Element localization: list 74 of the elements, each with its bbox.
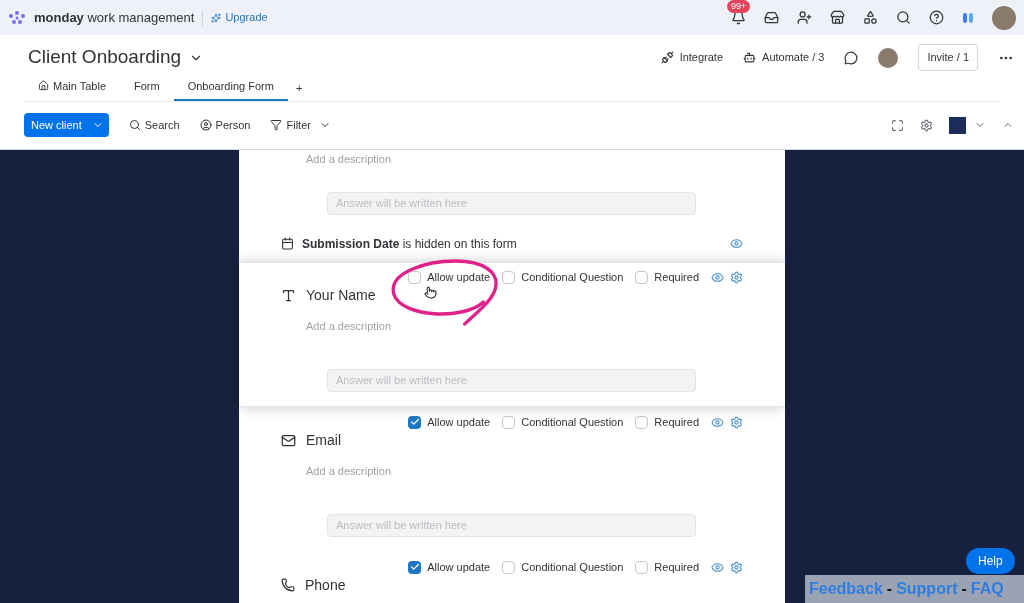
hand-cursor-icon — [424, 286, 437, 299]
app-logo-icon[interactable] — [962, 10, 974, 25]
filter-icon — [270, 119, 283, 131]
search-icon[interactable] — [896, 10, 911, 25]
checkbox[interactable] — [408, 415, 422, 429]
checkbox[interactable] — [408, 270, 422, 284]
search-button[interactable]: Search — [128, 116, 180, 134]
person-icon — [199, 119, 212, 131]
view-tab[interactable]: Form — [120, 77, 174, 101]
automate-button[interactable]: Automate / 3 — [743, 49, 825, 66]
add-view-button[interactable]: + — [287, 79, 311, 101]
question-title[interactable]: Email — [306, 430, 341, 450]
option-label: Conditional Question — [521, 560, 624, 575]
settings-icon[interactable] — [730, 560, 743, 574]
avatar[interactable] — [992, 5, 1016, 30]
eye-icon[interactable] — [711, 560, 724, 574]
help-button[interactable]: Help — [966, 548, 1015, 574]
view-tab[interactable]: Onboarding Form — [173, 77, 288, 101]
question-title[interactable]: Your Name — [306, 285, 376, 305]
separator-text: - — [886, 579, 893, 599]
new-client-button[interactable]: New client — [24, 113, 109, 137]
eye-icon[interactable] — [711, 270, 724, 284]
text-type-icon — [281, 287, 296, 303]
option-label: Conditional Question — [521, 270, 624, 285]
board-title[interactable]: Client Onboarding — [28, 43, 182, 72]
option-label: Allow update — [427, 560, 491, 575]
store-icon[interactable] — [830, 10, 845, 25]
settings-icon[interactable] — [730, 270, 743, 284]
option-label: Required — [654, 415, 699, 430]
shapes-icon[interactable] — [863, 10, 878, 25]
option-label: Required — [654, 560, 699, 575]
sparkle-icon — [211, 12, 222, 23]
option-label: Allow update — [427, 270, 491, 285]
calendar-icon — [281, 237, 294, 250]
robot-icon — [743, 51, 757, 64]
settings-icon[interactable] — [730, 415, 743, 429]
question-title[interactable]: Phone — [305, 575, 346, 595]
checkbox[interactable] — [502, 415, 516, 429]
invite-user-icon[interactable] — [797, 10, 812, 25]
notification-badge: 99+ — [727, 0, 751, 13]
checkbox[interactable] — [502, 270, 516, 284]
checkbox[interactable] — [502, 560, 516, 574]
avatar[interactable] — [878, 47, 899, 68]
phone-icon — [281, 578, 295, 592]
separator-text: - — [961, 579, 967, 599]
comment-icon[interactable] — [844, 50, 859, 65]
option-label: Required — [654, 270, 699, 285]
checkbox[interactable] — [635, 560, 649, 574]
option-label: Conditional Question — [521, 415, 624, 430]
envelope-icon — [281, 432, 296, 448]
eye-icon[interactable] — [730, 237, 743, 250]
logo-square[interactable] — [949, 116, 966, 134]
bell-icon[interactable] — [731, 10, 746, 25]
fullscreen-icon[interactable] — [891, 118, 904, 132]
dots-logo-icon — [8, 9, 26, 26]
checkbox[interactable] — [635, 415, 649, 429]
plug-icon — [660, 51, 674, 64]
search-icon — [128, 119, 141, 131]
settings-icon[interactable] — [920, 118, 933, 132]
integrate-button[interactable]: Integrate — [660, 49, 724, 66]
invite-button[interactable]: Invite / 1 — [918, 44, 978, 71]
upgrade-button[interactable]: Upgrade — [211, 9, 268, 26]
view-tab[interactable]: Main Table — [24, 77, 120, 101]
inbox-icon[interactable] — [764, 10, 779, 25]
brand-name: monday work management — [34, 8, 195, 27]
person-button[interactable]: Person — [199, 116, 251, 134]
help-icon[interactable] — [929, 10, 944, 25]
filter-button[interactable]: Filter — [270, 116, 331, 134]
checkbox[interactable] — [408, 560, 422, 574]
hidden-field-notice: Submission Date is hidden on this form — [302, 235, 517, 253]
option-label: Allow update — [427, 415, 491, 430]
home-icon — [38, 80, 49, 92]
eye-icon[interactable] — [711, 415, 724, 429]
checkbox[interactable] — [635, 270, 649, 284]
